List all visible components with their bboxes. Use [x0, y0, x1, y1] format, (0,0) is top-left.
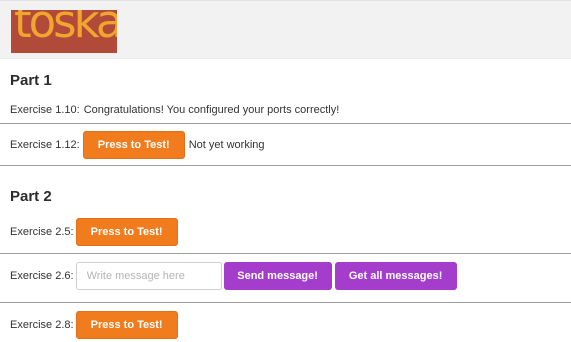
- part-2-heading: Part 2: [10, 188, 52, 205]
- exercise-2-5-label: Exercise 2.5:: [10, 226, 74, 238]
- message-input[interactable]: [75, 262, 222, 290]
- exercise-1-12-status: Not yet working: [188, 139, 265, 151]
- exercise-1-10-row: Exercise 1.10: Congratulations! You conf…: [10, 102, 339, 118]
- get-all-messages-button[interactable]: Get all messages!: [334, 262, 457, 290]
- exercise-1-12-label: Exercise 1.12:: [10, 139, 80, 151]
- exercise-2-8-label: Exercise 2.8:: [10, 319, 74, 331]
- divider: [0, 165, 571, 166]
- exercise-1-12-row: Exercise 1.12: Press to Test! Not yet wo…: [10, 130, 265, 160]
- toska-logo: toska: [11, 10, 117, 53]
- exercise-1-10-label: Exercise 1.10:: [10, 104, 80, 116]
- divider: [0, 253, 571, 254]
- exercise-1-12-test-button[interactable]: Press to Test!: [82, 131, 185, 159]
- page-header: toska: [0, 0, 571, 59]
- logo-wordmark: toska: [14, 10, 117, 48]
- part-1-heading: Part 1: [10, 72, 52, 89]
- exercise-2-5-row: Exercise 2.5: Press to Test!: [10, 217, 178, 247]
- send-message-button[interactable]: Send message!: [223, 262, 332, 290]
- divider: [0, 302, 571, 303]
- exercise-1-10-message: Congratulations! You configured your por…: [83, 104, 340, 116]
- exercise-2-8-test-button[interactable]: Press to Test!: [75, 311, 178, 339]
- exercise-2-6-label: Exercise 2.6:: [10, 270, 74, 282]
- divider: [0, 123, 571, 124]
- exercise-2-8-row: Exercise 2.8: Press to Test!: [10, 310, 178, 340]
- exercise-2-5-test-button[interactable]: Press to Test!: [75, 218, 178, 246]
- exercise-2-6-row: Exercise 2.6: Send message! Get all mess…: [10, 261, 457, 291]
